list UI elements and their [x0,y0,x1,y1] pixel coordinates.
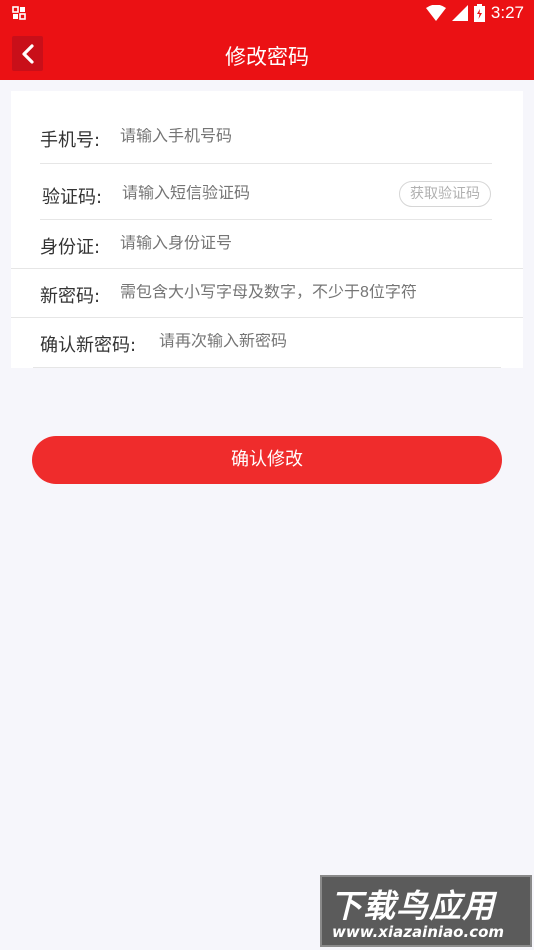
confirm-button[interactable]: 确认修改 [32,436,502,484]
wifi-icon [425,5,446,21]
watermark-url: www.xiazainiao.com [332,923,505,941]
confirm-password-input[interactable] [159,333,499,351]
new-password-label: 新密码: [40,286,101,307]
code-label: 验证码: [42,187,103,208]
code-row: 验证码: 获取验证码 [11,164,523,220]
watermark-logo: 下载鸟应用 www.xiazainiao.com [320,875,532,947]
confirm-password-label: 确认新密码: [40,335,137,356]
watermark-title: 下载鸟应用 [330,887,496,925]
divider [33,367,501,368]
page-title: 修改密码 [225,45,309,69]
code-input[interactable] [122,185,382,203]
status-time: 3:27 [490,3,524,22]
id-card-label: 身份证: [40,237,101,258]
title-bar: 修改密码 [0,28,534,80]
id-card-row: 身份证: [11,220,523,268]
notification-icon [12,6,26,20]
battery-icon [473,4,485,22]
confirm-password-row: 确认新密码: [11,318,523,368]
new-password-input[interactable] [120,284,500,302]
phone-input[interactable] [120,128,480,146]
phone-row: 手机号: [11,91,523,163]
get-code-button[interactable]: 获取验证码 [399,181,491,207]
id-card-input[interactable] [120,235,480,253]
status-bar: 3:27 [0,0,534,28]
password-form: 手机号: 验证码: 获取验证码 身份证: 新密码: 确认新密码: [11,91,523,368]
signal-icon [451,5,468,21]
new-password-row: 新密码: [11,269,523,317]
phone-label: 手机号: [40,130,101,151]
